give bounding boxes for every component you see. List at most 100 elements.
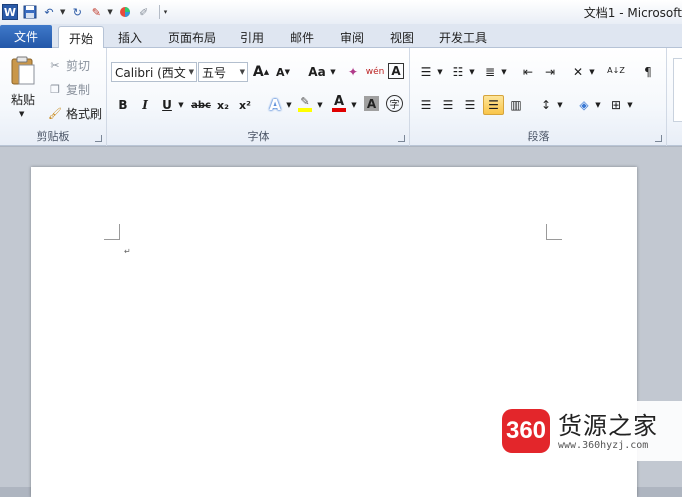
margin-corner-top-left <box>104 224 120 240</box>
phonetic-guide-button[interactable]: wén <box>366 63 385 81</box>
chinese-layout-icon[interactable]: ✕ <box>569 63 587 81</box>
change-case-dropdown-icon[interactable]: ▼ <box>329 63 337 81</box>
multilevel-list-icon[interactable]: ≣ <box>481 63 499 81</box>
undo-dropdown-icon[interactable]: ▼ <box>60 8 65 16</box>
highlight-dropdown-icon[interactable]: ▼ <box>316 96 324 114</box>
paste-icon[interactable] <box>10 56 36 86</box>
format-painter-icon: 🖌 <box>48 107 62 120</box>
clipboard-launcher-icon[interactable] <box>95 135 102 142</box>
numbering-dropdown-icon[interactable]: ▼ <box>468 63 476 81</box>
watermark-name: 货源之家 <box>558 411 658 440</box>
font-family-value: Calibri (西文 <box>115 65 186 80</box>
superscript-button[interactable]: x² <box>236 96 254 114</box>
line-spacing-icon[interactable]: ↕ <box>537 96 555 114</box>
text-effects-button[interactable]: A <box>266 96 284 114</box>
tab-references[interactable]: 引用 <box>234 26 270 48</box>
styles-group-edge <box>668 48 682 146</box>
cut-button[interactable]: ✂ 剪切 <box>48 57 90 74</box>
watermark-logo: 360 <box>502 409 550 453</box>
highlight-button[interactable]: ✎ <box>296 94 314 112</box>
enclose-characters-button[interactable]: 字 <box>386 95 403 112</box>
save-icon[interactable] <box>22 4 38 20</box>
tab-view[interactable]: 视图 <box>384 26 420 48</box>
grow-font-button[interactable]: A ▲ <box>252 63 270 81</box>
watermark-url: www.360hyzj.com <box>558 439 649 451</box>
distributed-icon[interactable]: ▥ <box>507 96 525 114</box>
numbering-icon[interactable]: ☷ <box>449 63 467 81</box>
brush-dropdown-icon[interactable]: ▼ <box>107 8 112 16</box>
strikethrough-button[interactable]: abc <box>190 96 212 114</box>
borders-dropdown-icon[interactable]: ▼ <box>626 96 634 114</box>
tab-file[interactable]: 文件 <box>0 25 52 48</box>
font-group: Calibri (西文 ▼ 五号 ▼ A ▲ A ▼ Aa ▼ ✦ wén A B I … <box>108 48 410 146</box>
multilevel-list-dropdown-icon[interactable]: ▼ <box>500 63 508 81</box>
font-color-label: A <box>333 93 345 109</box>
highlighter-icon: ✎ <box>300 94 310 108</box>
title-bar: W ↶ ▼ ↻ ✎ ▼ ✐ ▾ 文档1 - Microsoft <box>0 0 682 24</box>
change-case-button[interactable]: Aa <box>304 63 330 81</box>
paragraph-launcher-icon[interactable] <box>655 135 662 142</box>
format-painter-button[interactable]: 🖌 格式刷 <box>48 105 102 122</box>
clear-format-icon[interactable]: ✦ <box>344 63 362 81</box>
font-color-button[interactable]: A <box>330 94 348 112</box>
copy-label: 复制 <box>66 83 91 97</box>
tab-mailings[interactable]: 邮件 <box>284 26 320 48</box>
styles-gallery-edge[interactable] <box>673 58 682 122</box>
shading-icon[interactable]: ◈ <box>575 96 593 114</box>
clipboard-group-label: 剪贴板 <box>36 130 70 143</box>
margin-corner-top-right <box>546 224 562 240</box>
character-shading-button[interactable]: A <box>364 96 379 111</box>
line-spacing-dropdown-icon[interactable]: ▼ <box>556 96 564 114</box>
tab-developer[interactable]: 开发工具 <box>436 26 490 48</box>
paste-dropdown-icon[interactable]: ▼ <box>19 110 24 118</box>
align-center-icon[interactable]: ☰ <box>439 96 457 114</box>
redo-icon[interactable]: ↻ <box>69 4 85 20</box>
format-painter-label: 格式刷 <box>66 107 103 121</box>
underline-button[interactable]: U <box>158 96 176 114</box>
justify-icon[interactable]: ☰ <box>483 95 504 115</box>
character-border-button[interactable]: A <box>388 63 404 79</box>
sort-button[interactable]: A↓Z <box>607 62 625 80</box>
font-size-value: 五号 <box>202 65 227 80</box>
shading-dropdown-icon[interactable]: ▼ <box>594 96 602 114</box>
scissors-icon: ✂ <box>50 59 60 72</box>
text-effects-dropdown-icon[interactable]: ▼ <box>285 96 293 114</box>
quick-access-toolbar: W ↶ ▼ ↻ ✎ ▼ ✐ ▾ <box>0 0 171 24</box>
decrease-indent-icon[interactable]: ⇤ <box>519 63 537 81</box>
borders-icon[interactable]: ⊞ <box>607 96 625 114</box>
increase-indent-icon[interactable]: ⇥ <box>541 63 559 81</box>
show-marks-icon[interactable]: ¶ <box>639 63 657 81</box>
paragraph-mark-icon: ↵ <box>124 247 131 256</box>
draw-icon[interactable]: ✐ <box>136 4 152 20</box>
undo-icon[interactable]: ↶ <box>41 4 57 20</box>
word-logo-icon[interactable]: W <box>2 4 18 20</box>
bullets-icon[interactable]: ☰ <box>417 63 435 81</box>
tab-home[interactable]: 开始 <box>58 26 104 49</box>
tab-page-layout[interactable]: 页面布局 <box>162 26 222 48</box>
font-launcher-icon[interactable] <box>398 135 405 142</box>
font-color-dropdown-icon[interactable]: ▼ <box>350 96 358 114</box>
subscript-button[interactable]: x₂ <box>214 96 232 114</box>
bullets-dropdown-icon[interactable]: ▼ <box>436 63 444 81</box>
align-left-icon[interactable]: ☰ <box>417 96 435 114</box>
paint-brush-icon[interactable]: ✎ <box>88 4 104 20</box>
font-family-select[interactable]: Calibri (西文 ▼ <box>111 62 197 82</box>
window-title: 文档1 - Microsoft <box>583 6 682 20</box>
customize-qat-icon[interactable]: ▾ <box>164 8 168 16</box>
watermark-text: 货源之家 www.360hyzj.com <box>558 412 658 451</box>
bold-button[interactable]: B <box>114 96 132 114</box>
shrink-font-button[interactable]: A ▼ <box>274 63 292 81</box>
align-right-icon[interactable]: ☰ <box>461 96 479 114</box>
copy-button[interactable]: ❐ 复制 <box>48 81 90 98</box>
font-group-label: 字体 <box>247 130 270 143</box>
italic-button[interactable]: I <box>136 96 154 114</box>
font-size-select[interactable]: 五号 ▼ <box>198 62 248 82</box>
paragraph-group-label: 段落 <box>527 130 550 143</box>
chinese-layout-dropdown-icon[interactable]: ▼ <box>588 63 596 81</box>
tab-review[interactable]: 审阅 <box>334 26 370 48</box>
ribbon: 粘贴 ▼ ✂ 剪切 ❐ 复制 🖌 格式刷 剪贴板 Calibri (西文 ▼ 五号 ▼ A… <box>0 48 682 146</box>
tab-insert[interactable]: 插入 <box>110 26 150 48</box>
underline-dropdown-icon[interactable]: ▼ <box>177 96 185 114</box>
paste-button[interactable]: 粘贴 <box>11 91 35 108</box>
color-wheel-icon[interactable] <box>117 4 133 20</box>
